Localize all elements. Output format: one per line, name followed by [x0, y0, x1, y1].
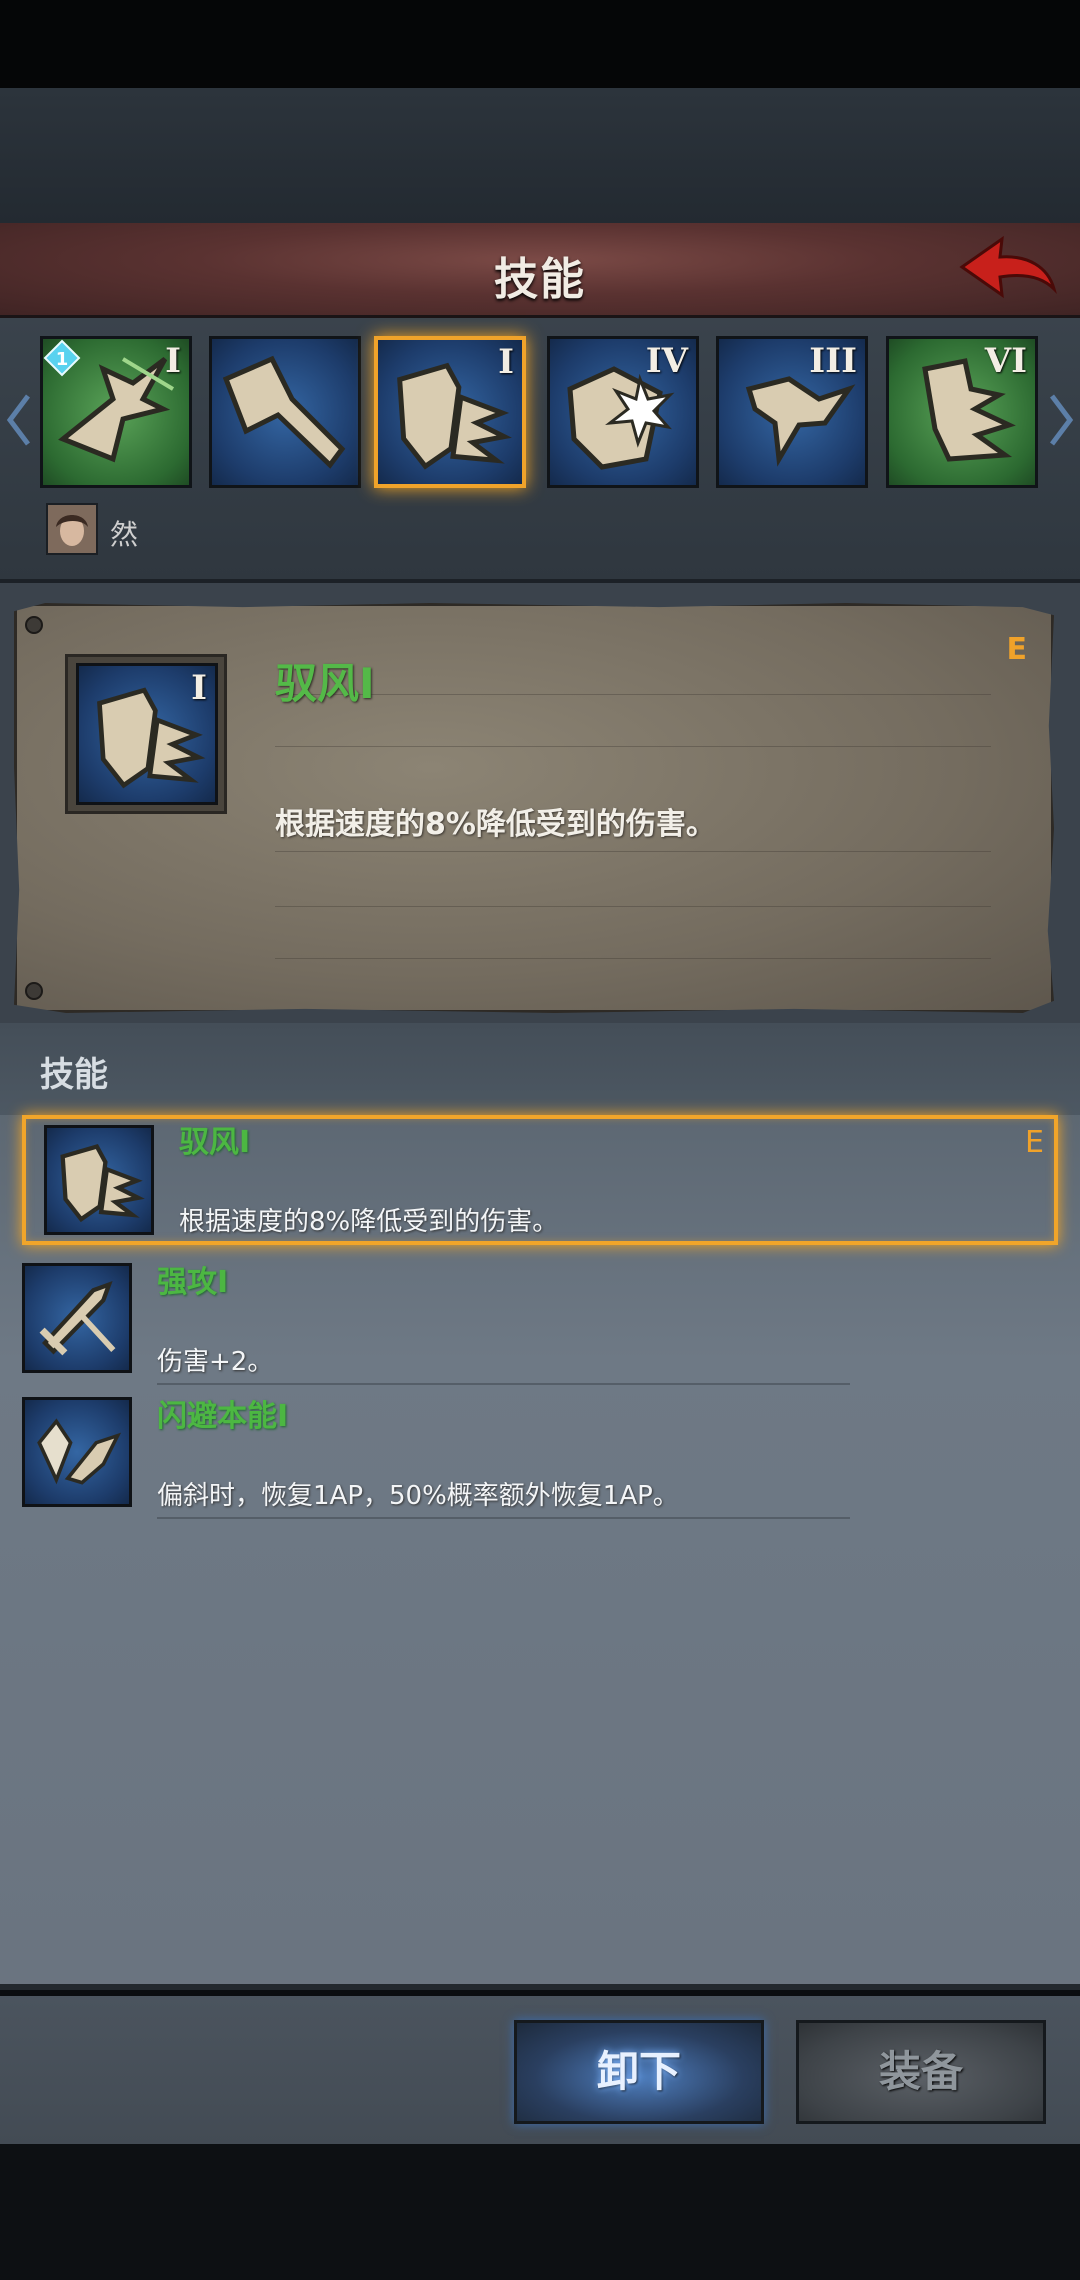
skill-description: 伤害+2。	[157, 1347, 274, 1377]
divider	[275, 694, 991, 695]
item-skill-icon	[22, 1397, 132, 1507]
detail-icon-frame: I	[65, 654, 227, 814]
skill-grade: E	[1025, 1125, 1044, 1160]
equip-button[interactable]: 装备	[796, 2020, 1046, 2124]
divider	[157, 1517, 850, 1519]
pin-icon	[25, 616, 43, 634]
skill-slot-1[interactable]: I 1	[40, 336, 192, 488]
back-arrow-icon[interactable]	[950, 233, 1062, 309]
skill-name: 驭风I	[179, 1125, 251, 1160]
divider	[275, 958, 991, 959]
equipped-skill-bar: I 1 I IV III VI 然	[0, 318, 1080, 583]
skill-detail-card: I 驭风I E 根据速度的8%降低受到的伤害。	[14, 603, 1054, 1013]
skill-level: VI	[984, 341, 1027, 381]
item-skill-icon	[44, 1125, 154, 1235]
skill-slot-2[interactable]	[209, 336, 361, 488]
chevron-right-icon[interactable]	[1044, 390, 1078, 450]
sword-icon	[39, 1280, 116, 1356]
chevron-left-icon[interactable]	[2, 390, 36, 450]
skill-slot-5[interactable]: III	[716, 336, 868, 488]
item-skill-icon	[22, 1263, 132, 1373]
skill-level: III	[809, 341, 857, 381]
pin-icon	[25, 982, 43, 1000]
skill-name: 闪避本能I	[157, 1399, 289, 1434]
status-bar	[0, 0, 1080, 88]
skill-name: 驭风I	[275, 659, 375, 708]
page-title: 技能	[494, 254, 586, 305]
skill-list-item[interactable]: 驭风I 根据速度的8%降低受到的伤害。 E	[22, 1115, 1058, 1245]
detail-skill-icon: I	[76, 663, 218, 805]
skill-level: I	[191, 668, 207, 708]
divider	[157, 1383, 850, 1385]
section-header: 技能	[0, 1023, 1080, 1115]
action-bar: 卸下 装备	[0, 1996, 1080, 2144]
shield-wind-icon	[60, 1143, 145, 1223]
divider	[275, 746, 991, 747]
skill-name: 强攻I	[157, 1265, 229, 1300]
character-portrait-icon	[48, 505, 96, 553]
unequip-button[interactable]: 卸下	[514, 2020, 764, 2124]
skill-list-item[interactable]: 强攻I 伤害+2。	[0, 1255, 1080, 1385]
character-name: 然	[110, 518, 139, 551]
skill-slot-4[interactable]: IV	[547, 336, 699, 488]
divider	[275, 851, 991, 852]
skill-description: 偏斜时，恢复1AP，50%概率额外恢复1AP。	[157, 1481, 679, 1511]
skill-list-item[interactable]: 闪避本能I 偏斜时，恢复1AP，50%概率额外恢复1AP。	[0, 1389, 1080, 1519]
avatar[interactable]	[46, 503, 98, 555]
skill-level: IV	[645, 341, 688, 381]
skill-level: I	[498, 342, 514, 382]
title-bar: 技能	[0, 223, 1080, 318]
skill-level: I	[165, 341, 181, 381]
skill-grade: E	[1006, 632, 1028, 667]
skill-list-panel: 技能 驭风I 根据速度的8%降低受到的伤害。 E 强攻I 伤害+2。 闪避本能I…	[0, 1023, 1080, 1990]
skill-detail-area: I 驭风I E 根据速度的8%降低受到的伤害。	[0, 583, 1080, 1023]
gem-count: 1	[56, 349, 69, 370]
skill-description: 根据速度的8%降低受到的伤害。	[275, 807, 716, 842]
gem-badge-icon: 1	[43, 339, 81, 377]
sword-strike-icon	[222, 355, 346, 469]
skill-description: 根据速度的8%降低受到的伤害。	[179, 1207, 559, 1237]
skill-slot-6[interactable]: VI	[886, 336, 1038, 488]
skill-slot-3[interactable]: I	[374, 336, 526, 488]
top-background	[0, 88, 1080, 223]
bottom-background	[0, 2144, 1080, 2280]
section-title: 技能	[40, 1055, 108, 1095]
crystal-horse-icon	[37, 1418, 122, 1485]
divider	[275, 906, 991, 907]
